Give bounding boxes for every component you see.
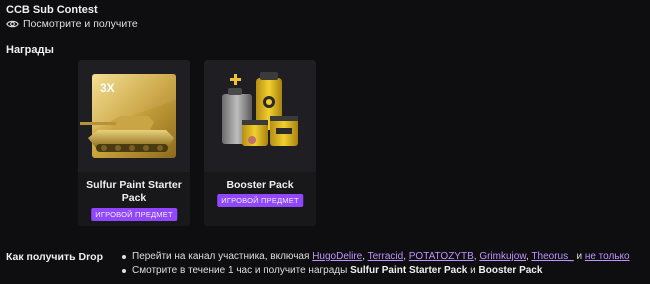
comma: ,	[473, 251, 477, 262]
item-type-badge: ИГРОВОЙ ПРЕДМЕТ	[91, 208, 177, 221]
how-to-step-1: Перейти на канал участника, включая Hugo…	[120, 250, 630, 264]
and-text: и	[470, 265, 476, 276]
booster-canisters-icon	[222, 72, 298, 146]
reward-card-booster-pack[interactable]: Booster Pack ИГРОВОЙ ПРЕДМЕТ	[204, 60, 316, 226]
subtitle-text: Посмотрите и получите	[23, 18, 138, 30]
reward-1-name: Sulfur Paint Starter Pack	[350, 265, 468, 276]
and-text: и	[576, 251, 583, 262]
item-type-badge: ИГРОВОЙ ПРЕДМЕТ	[217, 194, 303, 207]
reward-image	[204, 60, 316, 172]
more-channels-link[interactable]: не только	[585, 251, 630, 262]
comma: ,	[526, 251, 529, 262]
multiplier-label: 3X	[100, 81, 115, 95]
channel-link-grimkujow[interactable]: Grimkujow	[479, 251, 526, 262]
channel-link-hugodelire[interactable]: HugoDelire	[312, 251, 362, 262]
channel-link-potatozytb[interactable]: POTATOZYTB	[409, 251, 474, 262]
reward-name: Booster Pack	[226, 179, 294, 191]
step-2-text: Смотрите в течение 1 час и получите нагр…	[132, 265, 348, 276]
eye-icon	[6, 20, 19, 28]
reward-2-name: Booster Pack	[478, 265, 543, 276]
rewards-heading: Награды	[6, 44, 54, 56]
comma: ,	[362, 251, 365, 262]
how-to-get-drop-label: Как получить Drop	[6, 251, 103, 263]
campaign-title: CCB Sub Contest	[6, 4, 98, 16]
reward-card-sulfur-paint[interactable]: 3X Sulfur Paint Starter Pack ИГРОВОЙ ПРЕ…	[78, 60, 190, 226]
how-to-list: Перейти на канал участника, включая Hugo…	[120, 250, 630, 278]
tank-3x-icon: 3X	[80, 74, 176, 158]
step-1-text: Перейти на канал участника, включая	[132, 251, 310, 262]
how-to-step-2: Смотрите в течение 1 час и получите нагр…	[120, 264, 630, 278]
reward-image: 3X	[78, 60, 190, 172]
channel-link-theorus[interactable]: Theorus_	[531, 251, 573, 262]
reward-name: Sulfur Paint Starter Pack	[86, 179, 182, 204]
campaign-subtitle: Посмотрите и получите	[6, 18, 138, 30]
comma: ,	[403, 251, 406, 262]
channel-link-terracid[interactable]: Terracid	[368, 251, 404, 262]
